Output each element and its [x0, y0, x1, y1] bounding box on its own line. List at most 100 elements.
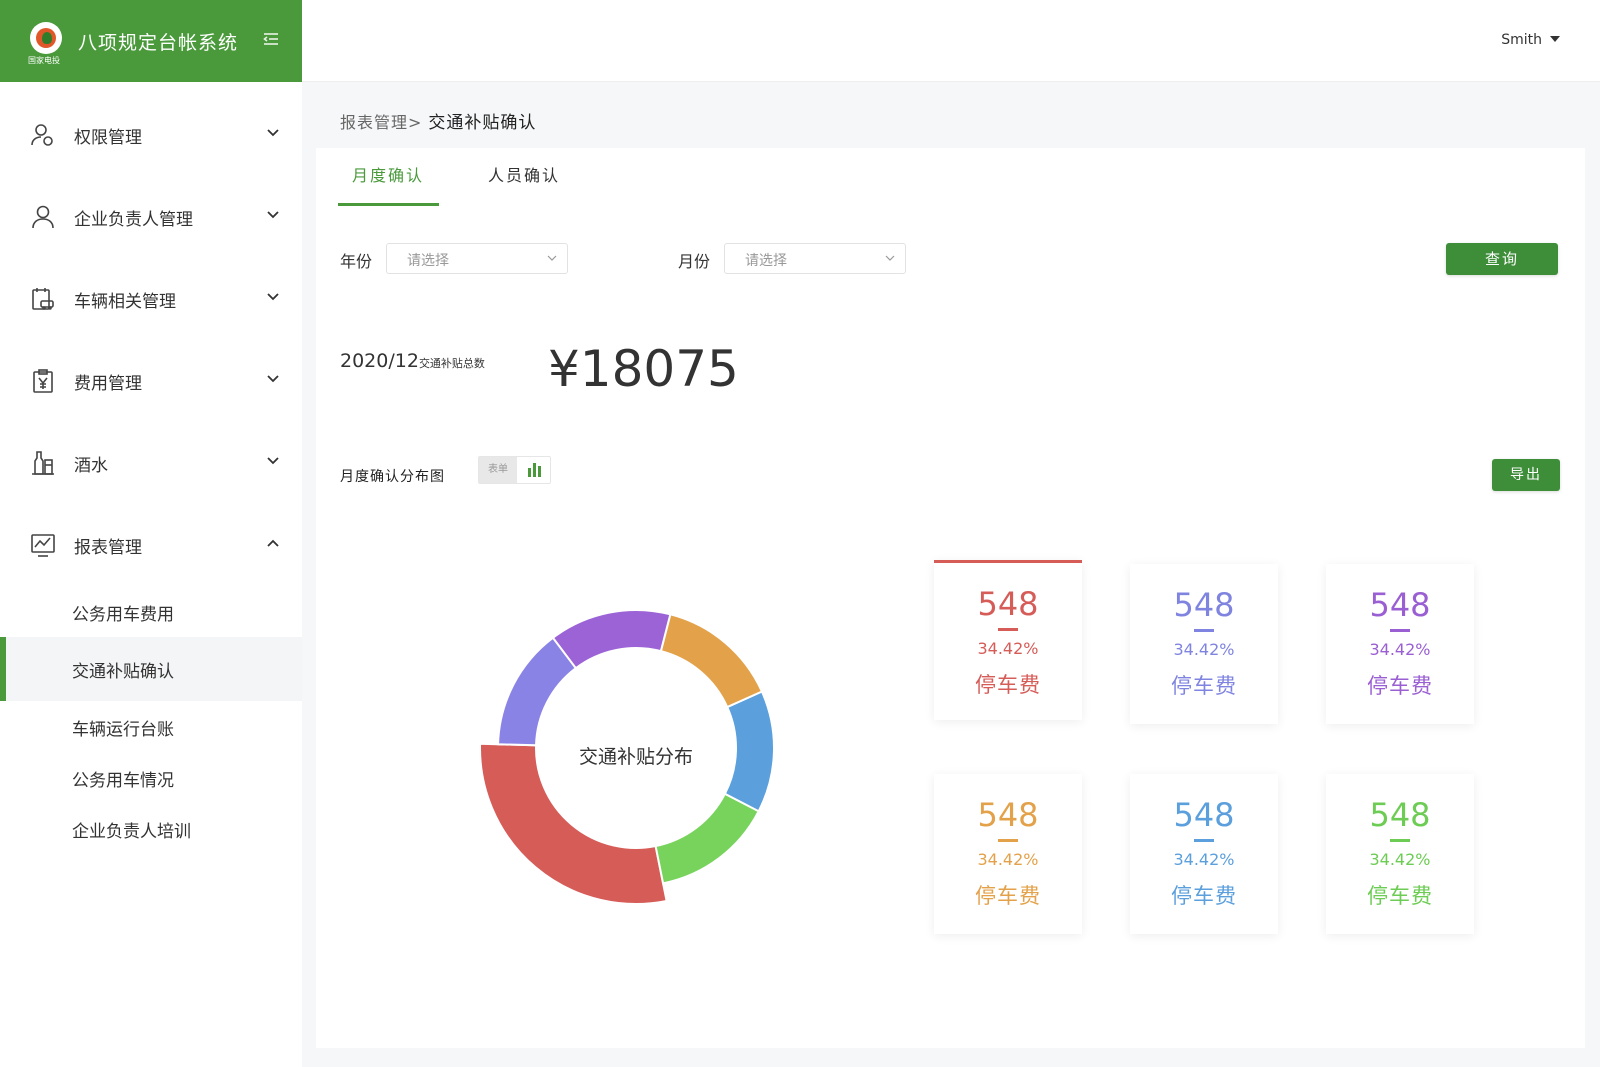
tab-staff-confirm[interactable]: 人员确认 [488, 162, 560, 204]
sidebar: 权限管理 企业负责人管理 车辆相关管理 费用管理 酒水 报表管理 公务用车费用 … [0, 82, 302, 1067]
stat-label: 停车费 [1171, 884, 1237, 908]
sidebar-item-label: 车辆相关管理 [74, 292, 176, 312]
sidebar-item-permission[interactable]: 权限管理 [0, 106, 302, 162]
app-header: 国家电投 八项规定台帐系统 [0, 0, 302, 82]
breadcrumb: 报表管理> 交通补贴确认 [340, 108, 536, 133]
chevron-down-icon [267, 457, 279, 465]
stat-divider [1194, 629, 1214, 632]
stat-value: 548 [1173, 796, 1235, 834]
toggle-table-button[interactable]: 表单 [479, 457, 517, 483]
breadcrumb-parent[interactable]: 报表管理> [340, 113, 422, 132]
view-toggle: 表单 [478, 456, 551, 484]
year-select-placeholder: 请选择 [407, 253, 449, 269]
bottle-icon [32, 451, 54, 475]
chevron-down-icon [885, 255, 895, 261]
stat-divider [998, 628, 1018, 631]
stat-divider [1390, 839, 1410, 842]
year-select[interactable]: 请选择 [386, 243, 568, 274]
chevron-down-icon [267, 211, 279, 219]
caret-down-icon [1550, 36, 1560, 42]
stat-card[interactable]: 548 34.42% 停车费 [934, 774, 1082, 934]
query-button[interactable]: 查询 [1446, 243, 1558, 275]
sidebar-subitem-car-expense[interactable]: 公务用车费用 [0, 587, 302, 637]
sidebar-item-reports[interactable]: 报表管理 [0, 516, 302, 572]
summary-caption: 交通补贴总数 [418, 357, 485, 370]
sidebar-subitem-label: 企业负责人培训 [72, 822, 191, 842]
main-panel: 月度确认 人员确认 年份 请选择 月份 请选择 查询 2020/12交通补贴总数… [316, 148, 1585, 1048]
year-label: 年份 [340, 252, 373, 271]
stat-card[interactable]: 548 34.42% 停车费 [1326, 564, 1474, 724]
stat-divider [1194, 839, 1214, 842]
user-name: Smith [1501, 32, 1542, 48]
stat-value: 548 [977, 796, 1039, 834]
person-icon [32, 205, 54, 229]
tab-monthly-confirm[interactable]: 月度确认 [352, 162, 424, 204]
donut-slice[interactable] [551, 609, 672, 670]
month-select-placeholder: 请选择 [745, 253, 787, 269]
user-permission-icon [31, 124, 53, 146]
donut-slice[interactable] [497, 636, 578, 747]
breadcrumb-current: 交通补贴确认 [428, 113, 537, 133]
stat-card[interactable]: 548 34.42% 停车费 [1130, 774, 1278, 934]
stat-percent: 34.42% [1369, 850, 1431, 869]
stat-label: 停车费 [975, 884, 1041, 908]
top-bar: Smith [302, 0, 1600, 82]
donut-slice[interactable] [659, 613, 764, 709]
export-button[interactable]: 导出 [1492, 459, 1560, 491]
donut-slice[interactable] [723, 690, 775, 813]
sidebar-item-expense[interactable]: 费用管理 [0, 352, 302, 408]
summary-total: ¥18075 [548, 340, 739, 398]
sidebar-subitem-label: 公务用车情况 [72, 771, 174, 791]
stat-percent: 34.42% [1173, 850, 1235, 869]
sidebar-subitem-car-usage[interactable]: 公务用车情况 [0, 753, 302, 803]
chart-center-title: 交通补贴分布 [579, 746, 693, 768]
stat-label: 停车费 [1367, 884, 1433, 908]
chart-line-icon [31, 534, 55, 557]
app-title: 八项规定台帐系统 [78, 32, 239, 54]
sidebar-subitem-label: 车辆运行台账 [72, 720, 174, 740]
donut-slice[interactable] [654, 792, 761, 885]
tab-active-indicator [338, 203, 439, 206]
bar-chart-icon[interactable] [519, 457, 551, 483]
stat-label: 停车费 [975, 673, 1041, 697]
stat-card[interactable]: 548 34.42% 停车费 [1130, 564, 1278, 724]
stat-percent: 34.42% [977, 850, 1039, 869]
donut-chart: 交通补贴分布 [479, 609, 775, 905]
sidebar-subitem-traffic-subsidy[interactable]: 交通补贴确认 [0, 637, 302, 701]
month-select[interactable]: 请选择 [724, 243, 906, 274]
vehicle-doc-icon [32, 288, 54, 310]
sidebar-item-label: 费用管理 [74, 374, 142, 394]
stat-value: 548 [1173, 586, 1235, 624]
summary-period: 2020/12交通补贴总数 [340, 350, 485, 372]
sidebar-item-label: 企业负责人管理 [74, 210, 193, 230]
sidebar-item-label: 酒水 [74, 456, 108, 476]
stat-card[interactable]: 548 34.42% 停车费 [934, 560, 1082, 720]
sidebar-subitem-label: 交通补贴确认 [72, 662, 174, 682]
stat-label: 停车费 [1171, 674, 1237, 698]
stat-card[interactable]: 548 34.42% 停车费 [1326, 774, 1474, 934]
sidebar-subitem-vehicle-ledger[interactable]: 车辆运行台账 [0, 702, 302, 752]
stat-label: 停车费 [1367, 674, 1433, 698]
yuan-doc-icon [33, 369, 53, 393]
sidebar-subitem-leader-training[interactable]: 企业负责人培训 [0, 804, 302, 854]
stat-value: 548 [1369, 586, 1431, 624]
sidebar-item-vehicle[interactable]: 车辆相关管理 [0, 270, 302, 326]
user-menu[interactable]: Smith [1501, 32, 1560, 48]
stat-percent: 34.42% [1369, 640, 1431, 659]
stat-value: 548 [1369, 796, 1431, 834]
logo-subtitle: 国家电投 [28, 56, 60, 65]
sidebar-item-leader[interactable]: 企业负责人管理 [0, 188, 302, 244]
sidebar-item-label: 权限管理 [74, 128, 142, 148]
stat-percent: 34.42% [977, 639, 1039, 658]
stat-divider [998, 839, 1018, 842]
chevron-up-icon [267, 539, 279, 547]
month-label: 月份 [678, 252, 711, 271]
sidebar-item-drinks[interactable]: 酒水 [0, 434, 302, 490]
stat-value: 548 [977, 585, 1039, 623]
chevron-down-icon [267, 375, 279, 383]
menu-collapse-icon[interactable] [263, 32, 279, 46]
distribution-label: 月度确认分布图 [340, 469, 445, 485]
summary-period-date: 2020/12 [340, 350, 419, 372]
sidebar-subitem-label: 公务用车费用 [72, 605, 174, 625]
stat-percent: 34.42% [1173, 640, 1235, 659]
